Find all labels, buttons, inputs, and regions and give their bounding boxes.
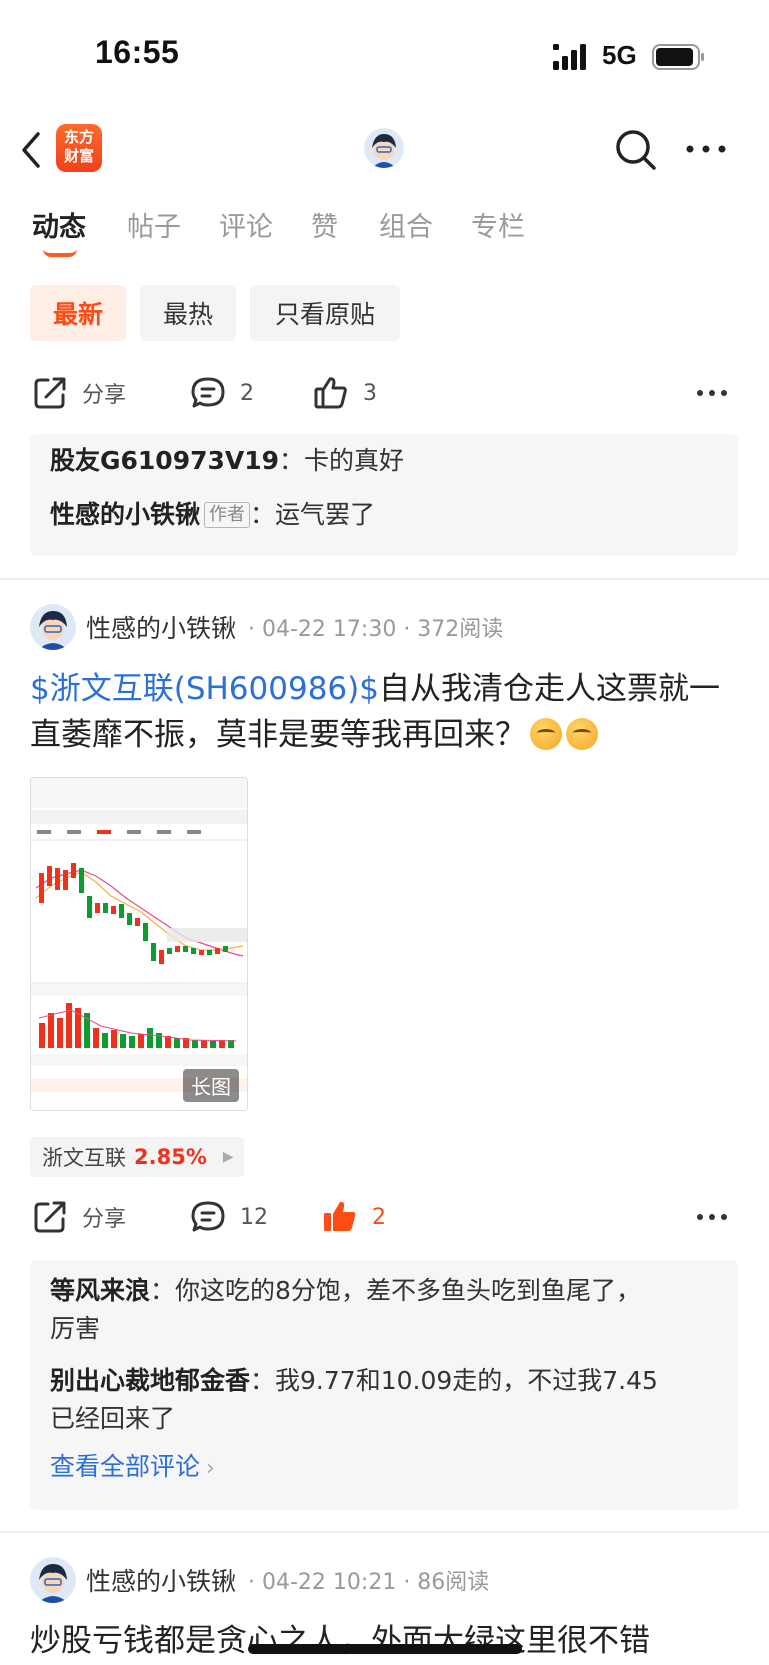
- thumbs-up-icon: [314, 377, 347, 409]
- tab-comments[interactable]: 评论: [219, 205, 311, 265]
- share-icon: [34, 377, 66, 409]
- comment-separator: ：: [250, 500, 276, 529]
- tab-label: 动态: [32, 212, 86, 243]
- comment-text: 我9.77和10.09走的，不过我7.45: [275, 1366, 658, 1395]
- share-button[interactable]: 分享: [32, 363, 126, 423]
- share-icon: [34, 1201, 66, 1233]
- tab-label: 组合: [379, 212, 433, 243]
- post-body[interactable]: $浙文互联(SH600986)$自从我清仓走人这票就一直萎靡不振，莫非是要等我再…: [30, 666, 740, 758]
- stock-change: 2.85%: [134, 1145, 207, 1169]
- view-all-label: 查看全部评论: [50, 1452, 201, 1481]
- post-meta: · 04-22 17:30 · 372阅读: [248, 617, 504, 642]
- comment-separator: ：: [250, 1366, 276, 1395]
- post-header: 性感的小铁锹 · 04-22 17:30 · 372阅读: [30, 604, 503, 650]
- tab-columns[interactable]: 专栏: [471, 205, 563, 265]
- comment-button[interactable]: 12: [190, 1187, 268, 1247]
- comment-icon: [191, 1201, 225, 1232]
- comment-text-continuation: 厉害: [50, 1314, 101, 1343]
- comment-text-continuation: 已经回来了: [50, 1404, 176, 1433]
- tab-label: 帖子: [127, 212, 181, 243]
- comment-text: 卡的真好: [304, 446, 405, 475]
- comment-author[interactable]: 别出心裁地郁金香: [50, 1366, 250, 1395]
- comment-item[interactable]: 等风来浪：你这吃的8分饱，差不多鱼头吃到鱼尾了，: [50, 1272, 718, 1310]
- search-icon[interactable]: [612, 126, 660, 174]
- post-action-row: 分享 2 3: [0, 363, 769, 423]
- tab-label: 专栏: [471, 212, 525, 243]
- share-label: 分享: [82, 1207, 127, 1232]
- comment-author[interactable]: 等风来浪: [50, 1276, 150, 1305]
- back-icon[interactable]: [16, 128, 46, 172]
- active-tab-indicator: [43, 249, 77, 257]
- stock-chart-image: [31, 778, 247, 1110]
- more-icon[interactable]: [696, 1207, 728, 1227]
- more-icon[interactable]: [684, 134, 728, 164]
- chart-thumbnail[interactable]: 长图: [30, 777, 248, 1111]
- status-bar: 16:55 5G: [0, 0, 769, 110]
- comment-text: 运气罢了: [275, 500, 376, 529]
- comment-separator: ：: [150, 1276, 176, 1305]
- post-header: 性感的小铁锹 · 04-22 10:21 · 86阅读: [30, 1557, 489, 1603]
- home-indicator: [248, 1644, 522, 1654]
- post-author[interactable]: 性感的小铁锹: [86, 609, 236, 645]
- filter-original-only[interactable]: 只看原贴: [250, 285, 400, 341]
- logo-text-bottom: 财富: [63, 147, 94, 165]
- like-button[interactable]: 2: [322, 1187, 386, 1247]
- author-badge: 作者: [204, 502, 251, 528]
- view-all-comments-link[interactable]: 查看全部评论 ›: [50, 1448, 718, 1488]
- user-avatar[interactable]: [30, 1557, 76, 1603]
- post-action-row: 分享 12 2: [0, 1187, 769, 1247]
- battery-icon: [652, 44, 704, 70]
- stock-link[interactable]: $浙文互联(SH600986)$: [30, 671, 379, 707]
- tab-label: 赞: [311, 212, 338, 243]
- filter-latest[interactable]: 最新: [30, 285, 126, 341]
- network-label: 5G: [602, 40, 637, 70]
- divider: [0, 1531, 769, 1533]
- comment-author[interactable]: 性感的小铁锹: [50, 500, 200, 529]
- long-image-badge: 长图: [183, 1069, 239, 1102]
- tab-likes[interactable]: 赞: [311, 205, 379, 265]
- profile-tabs: 动态 帖子 评论 赞 组合 专栏: [32, 205, 563, 265]
- profile-avatar[interactable]: [364, 128, 404, 168]
- comment-button[interactable]: 2: [190, 363, 254, 423]
- more-icon[interactable]: [696, 383, 728, 403]
- emoji-icon: [566, 718, 598, 750]
- comment-count: 12: [240, 1204, 268, 1230]
- comment-count: 2: [240, 380, 254, 406]
- chevron-right-icon: ▶: [222, 1149, 234, 1165]
- chevron-right-icon: ›: [206, 1456, 215, 1481]
- comment-item[interactable]: 性感的小铁锹 作者 ：运气罢了: [50, 496, 718, 534]
- post-author[interactable]: 性感的小铁锹: [86, 1562, 236, 1598]
- app-logo[interactable]: 东方 财富: [56, 124, 102, 172]
- comment-preview-box: 股友G610973V19：卡的真好 性感的小铁锹 作者 ：运气罢了: [30, 434, 738, 556]
- post-body[interactable]: 炒股亏钱都是贪心之人，外面大绿这里很不错: [30, 1618, 740, 1664]
- nav-bar: 东方 财富: [0, 110, 769, 188]
- comment-preview-box: 等风来浪：你这吃的8分饱，差不多鱼头吃到鱼尾了， 厉害 别出心裁地郁金香：我9.…: [30, 1260, 738, 1510]
- tab-dynamics[interactable]: 动态: [32, 205, 127, 265]
- post-meta: · 04-22 10:21 · 86阅读: [248, 1570, 490, 1595]
- tab-label: 评论: [219, 212, 273, 243]
- thumbs-up-filled-icon: [324, 1201, 356, 1231]
- comment-icon: [191, 377, 225, 408]
- user-avatar[interactable]: [30, 604, 76, 650]
- tab-portfolios[interactable]: 组合: [379, 205, 471, 265]
- like-count: 3: [363, 380, 377, 406]
- signal-icon: [553, 44, 586, 70]
- divider: [0, 578, 769, 580]
- tab-posts[interactable]: 帖子: [127, 205, 219, 265]
- like-button[interactable]: 3: [313, 363, 377, 423]
- comment-separator: ：: [279, 446, 305, 475]
- filter-hottest[interactable]: 最热: [140, 285, 236, 341]
- comment-author[interactable]: 股友G610973V19: [50, 446, 279, 475]
- share-button[interactable]: 分享: [32, 1187, 126, 1247]
- stock-tag[interactable]: 浙文互联 2.85% ▶: [30, 1137, 244, 1177]
- share-label: 分享: [82, 383, 127, 408]
- like-count: 2: [372, 1204, 386, 1230]
- comment-item[interactable]: 股友G610973V19：卡的真好: [50, 442, 718, 480]
- stock-name: 浙文互联: [42, 1146, 126, 1170]
- status-time: 16:55: [95, 34, 180, 70]
- comment-text: 你这吃的8分饱，差不多鱼头吃到鱼尾了，: [175, 1276, 641, 1305]
- emoji-icon: [530, 718, 562, 750]
- comment-item[interactable]: 别出心裁地郁金香：我9.77和10.09走的，不过我7.45: [50, 1362, 718, 1400]
- logo-text-top: 东方: [63, 128, 94, 146]
